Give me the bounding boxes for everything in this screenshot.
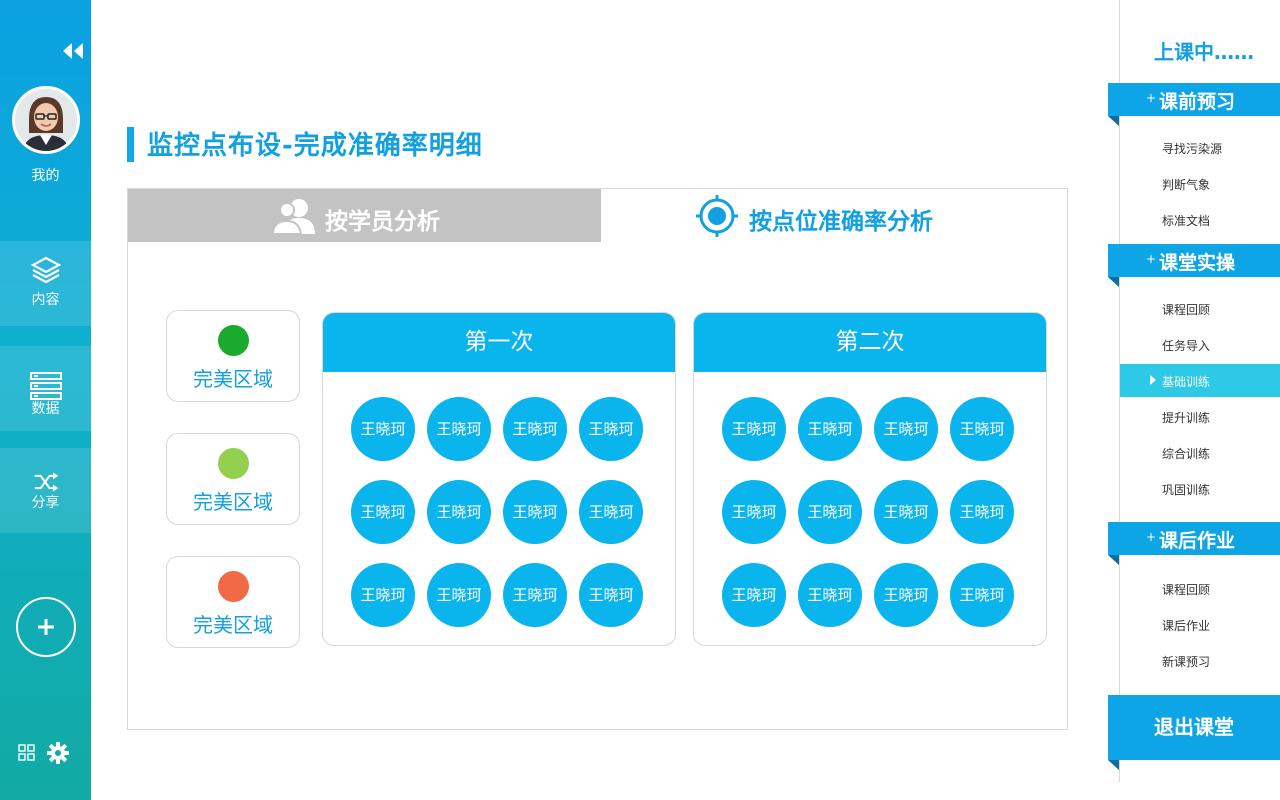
student-bubble[interactable]: 王晓珂 bbox=[579, 480, 643, 544]
session-title: 第二次 bbox=[694, 313, 1046, 372]
menu-item[interactable]: 寻找污染源 bbox=[1120, 131, 1280, 164]
tab-student-analysis[interactable]: 按学员分析 bbox=[128, 189, 601, 242]
menu-item[interactable]: 新课预习 bbox=[1120, 644, 1280, 677]
session-title: 第一次 bbox=[323, 313, 675, 372]
menu-item[interactable]: 巩固训练 bbox=[1120, 472, 1280, 505]
expand-icon: + bbox=[1146, 91, 1157, 105]
student-bubble[interactable]: 王晓珂 bbox=[427, 397, 491, 461]
menu-item-label: 巩固训练 bbox=[1162, 483, 1211, 497]
student-bubble[interactable]: 王晓珂 bbox=[798, 397, 862, 461]
section-pre-class[interactable]: + 课前预习 bbox=[1108, 83, 1280, 126]
legend-label: 完美区域 bbox=[193, 367, 273, 391]
section-label: 课前预习 bbox=[1159, 91, 1236, 113]
student-bubble[interactable]: 王晓珂 bbox=[722, 480, 786, 544]
student-bubble[interactable]: 王晓珂 bbox=[874, 563, 938, 627]
legend-dot bbox=[218, 448, 249, 479]
legend-dot bbox=[218, 325, 249, 356]
plus-icon bbox=[38, 619, 54, 635]
nav-item-share[interactable]: 分享 bbox=[0, 448, 91, 533]
legend-card: 完美区域 bbox=[166, 310, 300, 402]
student-bubble[interactable]: 王晓珂 bbox=[351, 480, 415, 544]
left-sidebar: 我的 内容 数据 分享 bbox=[0, 0, 91, 800]
student-bubble[interactable]: 王晓珂 bbox=[579, 397, 643, 461]
menu-item-active[interactable]: 基础训练 bbox=[1120, 364, 1280, 397]
page-title: 监控点布设-完成准确率明细 bbox=[147, 131, 483, 161]
menu-item[interactable]: 课后作业 bbox=[1120, 608, 1280, 641]
section-label: 课堂实操 bbox=[1159, 252, 1236, 274]
student-bubble[interactable]: 王晓珂 bbox=[874, 397, 938, 461]
student-bubble[interactable]: 王晓珂 bbox=[427, 563, 491, 627]
menu-item[interactable]: 提升训练 bbox=[1120, 400, 1280, 433]
users-icon bbox=[271, 199, 315, 235]
nav-item-data[interactable]: 数据 bbox=[0, 346, 91, 431]
section-label: 课后作业 bbox=[1159, 530, 1236, 552]
nav-item-label: 分享 bbox=[31, 495, 60, 511]
collapse-left-icon[interactable] bbox=[60, 40, 86, 62]
student-bubble[interactable]: 王晓珂 bbox=[798, 480, 862, 544]
section-after-class[interactable]: + 课后作业 bbox=[1108, 522, 1280, 565]
student-bubble[interactable]: 王晓珂 bbox=[427, 480, 491, 544]
menu-item-label: 提升训练 bbox=[1162, 411, 1211, 425]
section-in-class[interactable]: + 课堂实操 bbox=[1108, 244, 1280, 287]
menu-item-label: 综合训练 bbox=[1162, 447, 1211, 461]
student-bubble[interactable]: 王晓珂 bbox=[351, 563, 415, 627]
nav-item-label: 内容 bbox=[31, 292, 60, 308]
add-button[interactable] bbox=[16, 597, 76, 657]
menu-item-label: 课程回顾 bbox=[1162, 583, 1211, 597]
student-bubble[interactable]: 王晓珂 bbox=[503, 480, 567, 544]
target-icon bbox=[696, 195, 738, 237]
session-card-first: 第一次 王晓珂 王晓珂 王晓珂 王晓珂 王晓珂 王晓珂 王晓珂 王晓珂 王晓珂 王晓珂 王晓珂 王晓珂 bbox=[322, 312, 676, 646]
legend-card: 完美区域 bbox=[166, 556, 300, 648]
exit-class-button[interactable]: 退出课堂 bbox=[1108, 695, 1280, 770]
legend-dot bbox=[218, 571, 249, 602]
menu-item[interactable]: 任务导入 bbox=[1120, 328, 1280, 361]
tab-point-accuracy[interactable]: 按点位准确率分析 bbox=[601, 189, 1067, 242]
menu-item-label: 课后作业 bbox=[1162, 619, 1211, 633]
student-bubble[interactable]: 王晓珂 bbox=[503, 397, 567, 461]
legend-card: 完美区域 bbox=[166, 433, 300, 525]
expand-icon: + bbox=[1146, 252, 1157, 266]
menu-item[interactable]: 课程回顾 bbox=[1120, 292, 1280, 325]
title-accent-bar bbox=[127, 127, 134, 162]
menu-item-label: 基础训练 bbox=[1162, 375, 1211, 389]
menu-item-label: 标准文档 bbox=[1162, 214, 1211, 228]
expand-icon: + bbox=[1146, 530, 1157, 544]
menu-item-label: 判断气象 bbox=[1162, 178, 1211, 192]
menu-item[interactable]: 标准文档 bbox=[1120, 203, 1280, 236]
legend-label: 完美区域 bbox=[193, 490, 273, 514]
grid-icon[interactable] bbox=[18, 744, 35, 761]
avatar[interactable] bbox=[12, 86, 80, 154]
nav-item-content[interactable]: 内容 bbox=[0, 241, 91, 326]
student-bubble[interactable]: 王晓珂 bbox=[722, 397, 786, 461]
my-profile-label[interactable]: 我的 bbox=[0, 165, 91, 185]
student-bubble[interactable]: 王晓珂 bbox=[351, 397, 415, 461]
student-bubble[interactable]: 王晓珂 bbox=[950, 563, 1014, 627]
student-bubble[interactable]: 王晓珂 bbox=[950, 480, 1014, 544]
menu-item[interactable]: 综合训练 bbox=[1120, 436, 1280, 469]
user-avatar-icon bbox=[15, 89, 77, 151]
layers-icon bbox=[30, 256, 61, 284]
student-bubble[interactable]: 王晓珂 bbox=[579, 563, 643, 627]
student-bubble[interactable]: 王晓珂 bbox=[874, 480, 938, 544]
menu-item[interactable]: 判断气象 bbox=[1120, 167, 1280, 200]
session-card-second: 第二次 王晓珂 王晓珂 王晓珂 王晓珂 王晓珂 王晓珂 王晓珂 王晓珂 王晓珂 王晓珂 王晓珂 王晓珂 bbox=[693, 312, 1047, 646]
student-bubble[interactable]: 王晓珂 bbox=[503, 563, 567, 627]
gear-icon[interactable] bbox=[47, 742, 69, 764]
nav-item-label: 数据 bbox=[31, 401, 60, 417]
student-bubble[interactable]: 王晓珂 bbox=[950, 397, 1014, 461]
menu-item-label: 寻找污染源 bbox=[1162, 142, 1223, 156]
student-bubble[interactable]: 王晓珂 bbox=[722, 563, 786, 627]
menu-item-label: 课程回顾 bbox=[1162, 303, 1211, 317]
menu-item-label: 新课预习 bbox=[1162, 655, 1211, 669]
student-bubble[interactable]: 王晓珂 bbox=[798, 563, 862, 627]
tab-label: 按点位准确率分析 bbox=[749, 209, 933, 235]
legend-label: 完美区域 bbox=[193, 613, 273, 637]
menu-item-label: 任务导入 bbox=[1162, 339, 1211, 353]
class-status: 上课中…… bbox=[1154, 40, 1254, 64]
tab-label: 按学员分析 bbox=[325, 209, 440, 235]
menu-item[interactable]: 课程回顾 bbox=[1120, 572, 1280, 605]
